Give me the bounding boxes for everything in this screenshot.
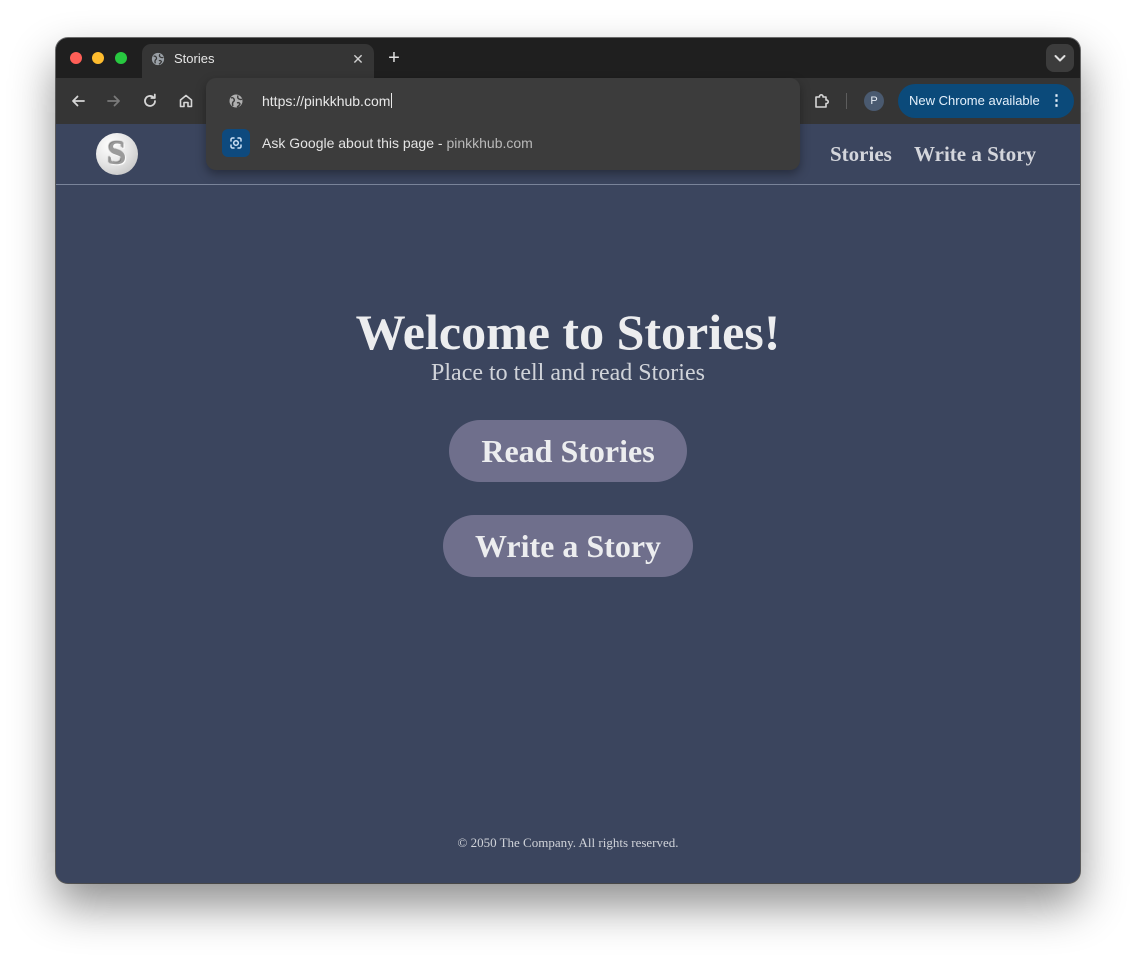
forward-button[interactable]: [104, 91, 124, 111]
hero-title: Welcome to Stories!: [355, 304, 781, 360]
home-button[interactable]: [176, 91, 196, 111]
globe-icon: [228, 93, 244, 109]
omnibox-dropdown: https://pinkkhub.com Ask Google about th…: [206, 78, 800, 170]
google-lens-icon: [222, 129, 250, 157]
omnibox-suggestion[interactable]: Ask Google about this page - pinkkhub.co…: [206, 128, 800, 164]
text-caret: [391, 93, 393, 108]
reload-icon: [144, 93, 156, 107]
minimize-window-button[interactable]: [92, 52, 104, 64]
browser-tab-stories[interactable]: Stories ✕: [142, 44, 374, 78]
site-logo[interactable]: S: [96, 133, 138, 175]
puzzle-icon: [815, 94, 829, 108]
new-tab-button[interactable]: +: [384, 48, 404, 68]
extensions-button[interactable]: [812, 91, 832, 111]
zoom-window-button[interactable]: [115, 52, 127, 64]
address-bar-input[interactable]: https://pinkkhub.com: [262, 92, 393, 110]
address-bar-text: https://pinkkhub.com: [262, 93, 391, 109]
suggestion-text: Ask Google about this page - pinkkhub.co…: [262, 134, 533, 152]
browser-window: Stories ✕ + P New Chrome available ⋮ htt…: [56, 38, 1080, 883]
back-arrow-icon: [72, 95, 85, 107]
tab-title: Stories: [174, 51, 215, 66]
read-stories-button[interactable]: Read Stories: [449, 420, 687, 482]
more-menu-icon[interactable]: ⋮: [1049, 84, 1064, 118]
suggestion-url: pinkkhub.com: [446, 135, 533, 151]
reload-button[interactable]: [140, 91, 160, 111]
toolbar-divider: [846, 93, 847, 109]
tab-strip: Stories ✕ +: [56, 38, 1080, 78]
page-footer: © 2050 The Company. All rights reserved.: [457, 835, 679, 850]
nav-link-stories[interactable]: Stories: [830, 142, 892, 166]
globe-icon: [151, 52, 165, 66]
back-button[interactable]: [68, 91, 88, 111]
profile-avatar[interactable]: P: [864, 91, 884, 111]
write-a-story-button[interactable]: Write a Story: [443, 515, 693, 577]
web-page: S Stories Write a Story Welcome to Stori…: [56, 124, 1080, 883]
tab-search-button[interactable]: [1046, 44, 1074, 72]
chevron-down-icon: [1054, 55, 1066, 62]
close-tab-icon[interactable]: ✕: [350, 51, 366, 67]
nav-link-write-a-story[interactable]: Write a Story: [914, 142, 1036, 166]
new-chrome-available-button[interactable]: New Chrome available ⋮: [898, 84, 1074, 118]
update-button-label: New Chrome available: [909, 93, 1040, 108]
forward-arrow-icon: [107, 95, 120, 107]
suggestion-label: Ask Google about this page -: [262, 135, 447, 151]
hero-subtitle: Place to tell and read Stories: [431, 360, 705, 386]
close-window-button[interactable]: [70, 52, 82, 64]
home-icon: [179, 94, 193, 108]
